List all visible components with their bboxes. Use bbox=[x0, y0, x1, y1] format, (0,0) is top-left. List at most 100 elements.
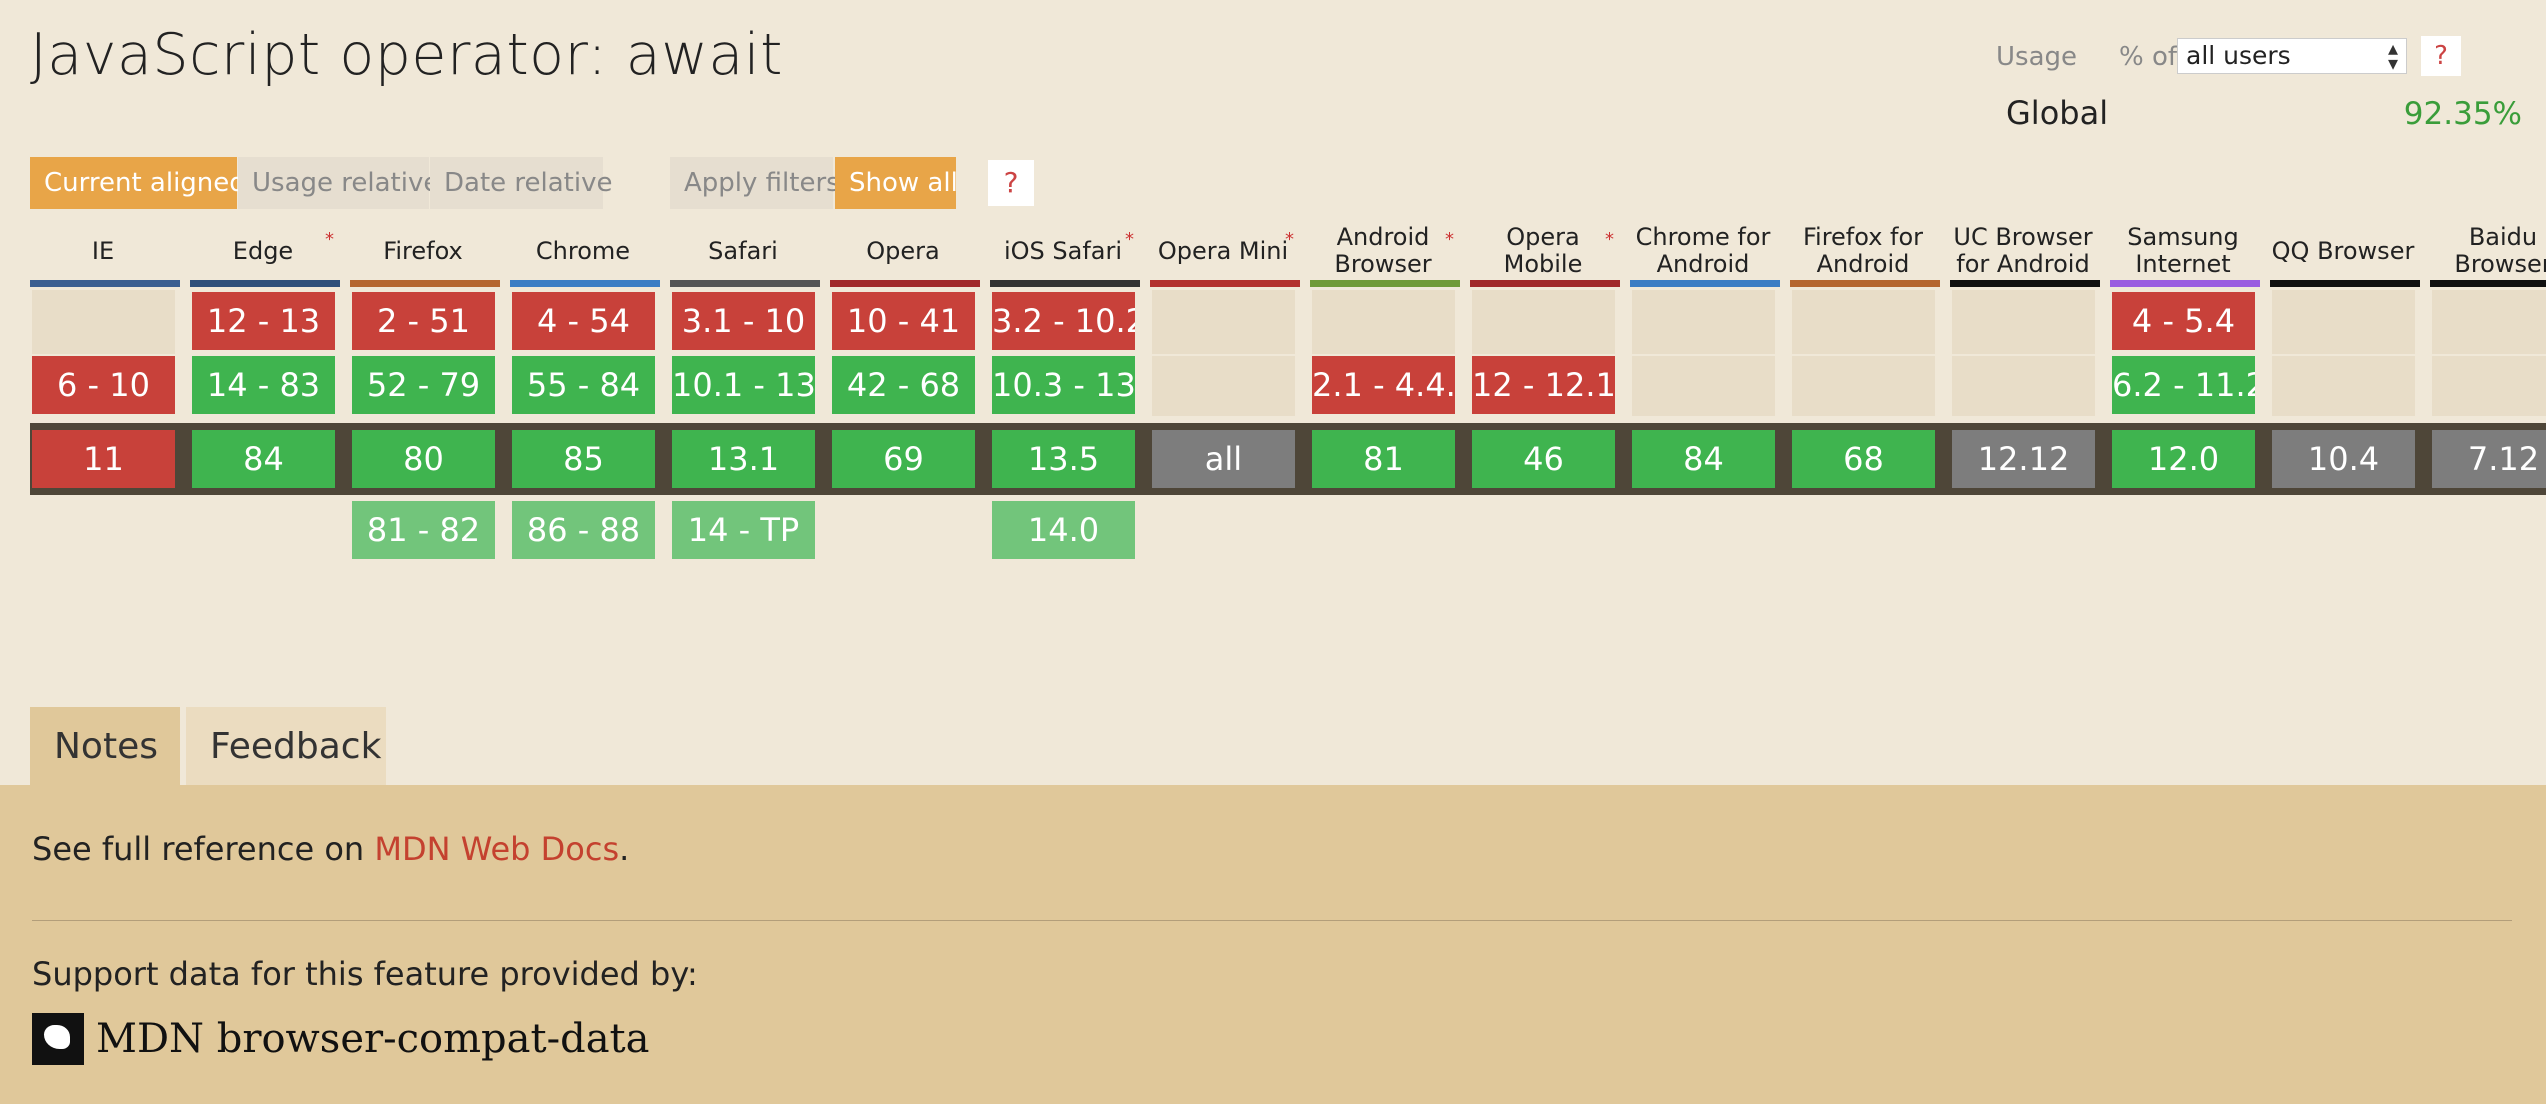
browser-color-bar bbox=[510, 280, 660, 287]
browser-header: Opera Mobile * bbox=[1468, 220, 1618, 282]
version-cell-past2[interactable]: 10 - 41 bbox=[832, 292, 975, 350]
version-cell-current[interactable]: all bbox=[1152, 430, 1295, 488]
page-title: JavaScript operator: await bbox=[30, 22, 783, 88]
version-cell-past2 bbox=[2432, 290, 2546, 354]
reference-prefix: See full reference on bbox=[32, 830, 375, 868]
version-cell-past1 bbox=[2272, 356, 2415, 416]
version-cell-future[interactable]: 86 - 88 bbox=[512, 501, 655, 559]
browser-color-bar bbox=[2270, 280, 2420, 287]
current-aligned-button[interactable]: Current aligned bbox=[30, 157, 246, 209]
browser-name: Chrome bbox=[535, 236, 631, 265]
version-cell-past1[interactable]: 14 - 83 bbox=[192, 356, 335, 414]
version-cell-past2[interactable]: 4 - 54 bbox=[512, 292, 655, 350]
version-cell-past2 bbox=[2272, 290, 2415, 354]
version-cell-current[interactable]: 84 bbox=[192, 430, 335, 488]
usage-label: Usage bbox=[1996, 42, 2078, 72]
version-cell-past2[interactable]: 2 - 51 bbox=[352, 292, 495, 350]
show-all-button[interactable]: Show all bbox=[835, 157, 958, 209]
browser-name: Firefox for Android bbox=[1802, 223, 1924, 278]
browser-header: Baidu Browser bbox=[2428, 220, 2546, 282]
tab-notes[interactable]: Notes bbox=[30, 707, 180, 787]
browser-header: Safari bbox=[668, 220, 818, 282]
version-cell-current[interactable]: 12.0 bbox=[2112, 430, 2255, 488]
browser-name: Samsung Internet bbox=[2127, 223, 2239, 278]
version-cell-current[interactable]: 80 bbox=[352, 430, 495, 488]
filters-help-button[interactable]: ? bbox=[988, 160, 1034, 206]
browser-name: Opera Mini bbox=[1157, 236, 1289, 265]
version-cell-future[interactable]: 14 - TP bbox=[672, 501, 815, 559]
support-data-text: Support data for this feature provided b… bbox=[32, 955, 698, 993]
version-cell-past1[interactable]: 6.2 - 11.2 bbox=[2112, 356, 2255, 414]
version-cell-past1[interactable]: 10.3 - 13.3 bbox=[992, 356, 1135, 414]
usage-panel: Usage % of all users ▴ ▾ ? Global 92.35% bbox=[1986, 30, 2546, 132]
browser-header: IE bbox=[28, 220, 178, 282]
browser-color-bar bbox=[990, 280, 1140, 287]
version-cell-future[interactable]: 81 - 82 bbox=[352, 501, 495, 559]
apply-filters-button[interactable]: Apply filters bbox=[670, 157, 840, 209]
version-cell-current[interactable]: 69 bbox=[832, 430, 975, 488]
version-cell-current[interactable]: 68 bbox=[1792, 430, 1935, 488]
browser-name: Opera bbox=[866, 236, 940, 265]
version-cell-current[interactable]: 11 bbox=[32, 430, 175, 488]
version-cell-past1 bbox=[2432, 356, 2546, 416]
version-cell-past1[interactable]: 55 - 84 bbox=[512, 356, 655, 414]
browser-color-bar bbox=[670, 280, 820, 287]
divider bbox=[32, 920, 2512, 921]
date-relative-button[interactable]: Date relative bbox=[430, 157, 612, 209]
version-cell-past2 bbox=[1472, 290, 1615, 354]
version-cell-past2[interactable]: 4 - 5.4 bbox=[2112, 292, 2255, 350]
browser-color-bar bbox=[1790, 280, 1940, 287]
version-cell-past1[interactable]: 10.1 - 13 bbox=[672, 356, 815, 414]
usage-help-button[interactable]: ? bbox=[2421, 36, 2461, 76]
usage-relative-button[interactable]: Usage relative bbox=[238, 157, 439, 209]
browser-header: Firefox bbox=[348, 220, 498, 282]
mdn-web-docs-link[interactable]: MDN Web Docs bbox=[374, 830, 619, 868]
browser-header: Opera bbox=[828, 220, 978, 282]
note-star-icon: * bbox=[1125, 229, 1134, 250]
version-cell-past1[interactable]: 52 - 79 bbox=[352, 356, 495, 414]
note-star-icon: * bbox=[325, 229, 334, 250]
version-cell-past2[interactable]: 12 - 13 bbox=[192, 292, 335, 350]
browser-name: Android Browser bbox=[1334, 223, 1432, 278]
version-cell-past1[interactable]: 42 - 68 bbox=[832, 356, 975, 414]
browser-color-bar bbox=[30, 280, 180, 287]
version-cell-current[interactable]: 12.12 bbox=[1952, 430, 2095, 488]
version-cell-future[interactable]: 14.0 bbox=[992, 501, 1135, 559]
tab-feedback[interactable]: Feedback bbox=[186, 707, 386, 787]
version-cell-current[interactable]: 10.4 bbox=[2272, 430, 2415, 488]
version-cell-current[interactable]: 81 bbox=[1312, 430, 1455, 488]
version-cell-current[interactable]: 46 bbox=[1472, 430, 1615, 488]
browser-header: Chrome for Android bbox=[1628, 220, 1778, 282]
version-cell-current[interactable]: 7.12 bbox=[2432, 430, 2546, 488]
browser-name: iOS Safari bbox=[1003, 236, 1123, 265]
browser-color-bar bbox=[350, 280, 500, 287]
version-cell-current[interactable]: 13.5 bbox=[992, 430, 1135, 488]
browser-name: Opera Mobile bbox=[1503, 223, 1583, 278]
version-cell-past1[interactable]: 2.1 - 4.4.4 bbox=[1312, 356, 1455, 414]
version-cell-current[interactable]: 13.1 bbox=[672, 430, 815, 488]
note-star-icon: * bbox=[1605, 229, 1614, 250]
version-cell-past2 bbox=[1792, 290, 1935, 354]
browser-header: Edge * bbox=[188, 220, 338, 282]
version-cell-current[interactable]: 84 bbox=[1632, 430, 1775, 488]
browser-name: QQ Browser bbox=[2271, 236, 2415, 265]
version-cell-current[interactable]: 85 bbox=[512, 430, 655, 488]
browser-header: iOS Safari * bbox=[988, 220, 1138, 282]
version-cell-past1[interactable]: 12 - 12.1 bbox=[1472, 356, 1615, 414]
browser-name: Safari bbox=[708, 236, 778, 265]
browser-color-bar bbox=[1630, 280, 1780, 287]
browser-header: Samsung Internet bbox=[2108, 220, 2258, 282]
browser-color-bar bbox=[1150, 280, 1300, 287]
usage-region-label: Global bbox=[2006, 94, 2109, 132]
browser-header: Opera Mini * bbox=[1148, 220, 1298, 282]
mdn-provider[interactable]: MDN browser-compat-data bbox=[32, 1013, 649, 1065]
browser-color-bar bbox=[830, 280, 980, 287]
version-cell-past2[interactable]: 3.1 - 10 bbox=[672, 292, 815, 350]
browser-header: QQ Browser bbox=[2268, 220, 2418, 282]
browser-name: Chrome for Android bbox=[1635, 223, 1771, 278]
usage-scope-select[interactable]: all users ▴ ▾ bbox=[2177, 38, 2407, 74]
browser-name: Baidu Browser bbox=[2454, 223, 2546, 278]
version-cell-past2[interactable]: 3.2 - 10.2 bbox=[992, 292, 1135, 350]
version-cell-past1[interactable]: 6 - 10 bbox=[32, 356, 175, 414]
browser-header: Chrome bbox=[508, 220, 658, 282]
